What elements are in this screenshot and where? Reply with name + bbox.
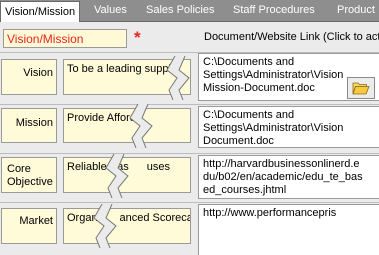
- page-title: Vision/Mission: [3, 29, 127, 48]
- tab-product[interactable]: Product: [337, 0, 375, 20]
- core-objective-text-tail: uses: [146, 161, 171, 173]
- required-marker: *: [134, 28, 141, 47]
- truncation-break-icon: [93, 204, 117, 248]
- tab-values[interactable]: Values: [94, 0, 127, 20]
- folder-open-icon: [352, 82, 370, 95]
- row-separator: [0, 104, 379, 105]
- market-field[interactable]: Organisanced Scorecard: [63, 208, 191, 244]
- tab-vision-mission[interactable]: Vision/Mission: [0, 1, 81, 22]
- mission-link-line: Settings\Administrator\Vision: [203, 122, 344, 134]
- core-objective-label-line: Objective: [7, 176, 53, 188]
- core-objective-link-line: http://harvardbusinessonlinerd.e: [203, 158, 360, 170]
- core-objective-link-line: du/b02/en/academic/edu_te_bas: [203, 171, 363, 183]
- mission-link-field[interactable]: C:\Documents and Settings\Administrator\…: [198, 106, 379, 148]
- market-link-line: http://www.performancepris: [203, 207, 337, 219]
- market-link-field[interactable]: http://www.performancepris: [198, 204, 379, 255]
- link-column-header: Document/Website Link (Click to acti: [204, 31, 379, 43]
- browse-button[interactable]: [347, 77, 375, 99]
- mission-field[interactable]: Provide Afforda: [63, 108, 191, 143]
- truncation-break-icon: [129, 104, 153, 148]
- row-separator: [0, 153, 379, 154]
- core-objective-link-line: ed_courses.jhtml: [203, 184, 287, 196]
- row-separator: [0, 202, 379, 203]
- mission-link-line: Document.doc: [203, 135, 274, 147]
- core-objective-label: Core Objective: [1, 157, 57, 193]
- market-label: Market: [1, 208, 57, 244]
- mission-link-line: C:\Documents and: [203, 109, 295, 121]
- core-objective-link-field[interactable]: http://harvardbusinessonlinerd.e du/b02/…: [198, 155, 379, 199]
- mission-label: Mission: [1, 108, 57, 143]
- tab-staff-procedures[interactable]: Staff Procedures: [233, 0, 315, 20]
- vision-link-line: C:\Documents and: [203, 56, 295, 68]
- tab-bar: Vision/Mission Values Sales Policies Sta…: [0, 0, 379, 22]
- truncation-break-icon: [105, 154, 129, 198]
- truncation-break-icon: [166, 56, 190, 100]
- vision-label: Vision: [1, 59, 57, 95]
- tab-sales-policies[interactable]: Sales Policies: [146, 0, 214, 20]
- core-objective-label-line: Core: [7, 163, 31, 175]
